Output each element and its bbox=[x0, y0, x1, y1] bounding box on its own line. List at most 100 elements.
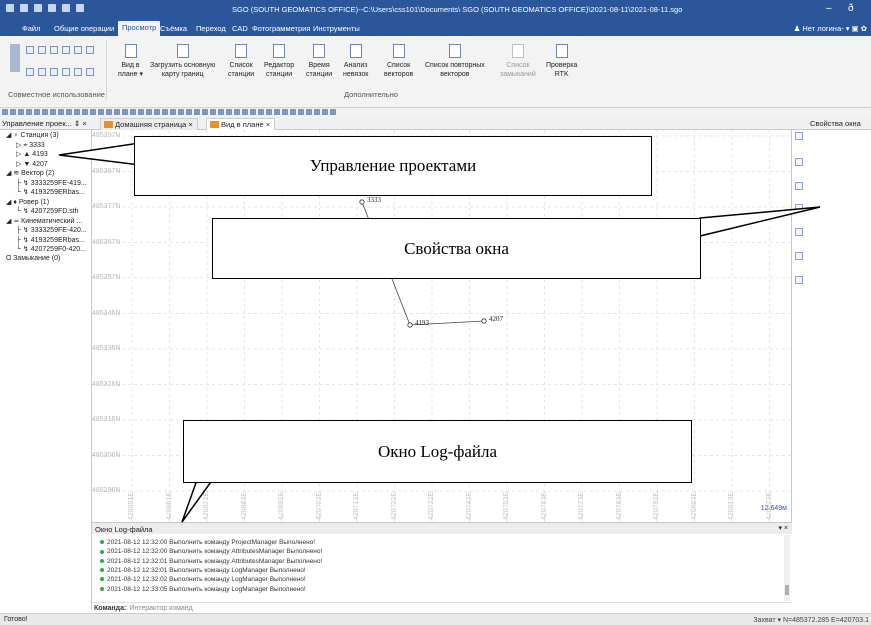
toolbar-icon[interactable] bbox=[90, 109, 96, 115]
toolbar-icon[interactable] bbox=[282, 109, 288, 115]
tab-photogrammetry[interactable]: Фотограмметрия bbox=[248, 22, 314, 35]
toolbar-icon[interactable] bbox=[98, 109, 104, 115]
tree-item[interactable]: ▷ ⌖ 3333 bbox=[16, 141, 45, 150]
log-pin-close[interactable]: ▾ × bbox=[778, 524, 788, 532]
pan-icon[interactable] bbox=[74, 46, 82, 54]
toolbar-icon[interactable] bbox=[218, 109, 224, 115]
tab-home-page[interactable]: Домашняя страница × bbox=[100, 118, 198, 130]
toolbar-icon[interactable] bbox=[58, 109, 64, 115]
toolbar-icon[interactable] bbox=[234, 109, 240, 115]
tree-item[interactable]: ◢ ≋ Вектор (2) bbox=[6, 169, 54, 177]
tree-item[interactable]: └ ↯ 4207259F0-420... bbox=[16, 245, 86, 253]
toolbar-icon[interactable] bbox=[258, 109, 264, 115]
toolbar-icon[interactable] bbox=[26, 109, 32, 115]
toolbar-icon[interactable] bbox=[290, 109, 296, 115]
station-point-label[interactable]: 4193 bbox=[415, 319, 429, 327]
toolbar-icon[interactable] bbox=[82, 109, 88, 115]
toolbar-icon[interactable] bbox=[74, 109, 80, 115]
tab-tools[interactable]: Инструменты bbox=[309, 22, 364, 35]
toolbar-icon[interactable] bbox=[322, 109, 328, 115]
measure-tool-icon[interactable] bbox=[795, 252, 803, 260]
zoom-in-icon[interactable] bbox=[26, 46, 34, 54]
station-point-label[interactable]: 4207 bbox=[489, 315, 503, 323]
tab-file[interactable]: Файл bbox=[18, 22, 44, 35]
station-editor-button[interactable]: Редактор станции bbox=[264, 44, 294, 79]
repeat-vector-list-button[interactable]: Список повторных векторов bbox=[425, 44, 485, 79]
toolbar-icon[interactable] bbox=[210, 109, 216, 115]
measure-icon[interactable] bbox=[62, 68, 70, 76]
zoom-all-icon[interactable] bbox=[62, 46, 70, 54]
closure-list-button[interactable]: Список замыканий bbox=[500, 44, 536, 79]
tab-view[interactable]: Просмотр bbox=[118, 21, 161, 36]
station-time-button[interactable]: Время станции bbox=[306, 44, 332, 79]
restore-button[interactable]: ð bbox=[848, 3, 854, 14]
toolbar-icon[interactable] bbox=[186, 109, 192, 115]
tree-item[interactable]: ├ ↯ 4193259ERbas... bbox=[16, 236, 85, 244]
toolbar-icon[interactable] bbox=[250, 109, 256, 115]
toolbar-icon[interactable] bbox=[34, 109, 40, 115]
toolbar-icon[interactable] bbox=[10, 109, 16, 115]
load-basemap-button[interactable]: Загрузить основную карту границ bbox=[150, 44, 215, 79]
tree-item[interactable]: Ɑ Замыкание (0) bbox=[6, 255, 60, 262]
tree-item[interactable]: ◢ ≂ Кинематический ... bbox=[6, 217, 82, 225]
minimize-button[interactable]: – bbox=[826, 3, 832, 14]
toolbar-icon[interactable] bbox=[42, 109, 48, 115]
new-icon[interactable] bbox=[6, 4, 14, 12]
toolbar-icon[interactable] bbox=[50, 109, 56, 115]
toolbar-icon[interactable] bbox=[178, 109, 184, 115]
layers-icon[interactable] bbox=[795, 228, 803, 236]
toolbar-icon[interactable] bbox=[298, 109, 304, 115]
station-list-button[interactable]: Список станции bbox=[228, 44, 254, 79]
tab-plan-view[interactable]: Вид в плане × bbox=[206, 118, 276, 130]
customize-icon[interactable] bbox=[76, 4, 84, 12]
print-icon[interactable] bbox=[48, 4, 56, 12]
toolbar-icon[interactable] bbox=[306, 109, 312, 115]
settings-icon[interactable] bbox=[62, 4, 70, 12]
project-manager-title[interactable]: Управление проек... ⇕ × bbox=[2, 119, 87, 128]
zoom-out-icon[interactable] bbox=[38, 46, 46, 54]
plan-view-button[interactable]: Вид в плане ▾ bbox=[118, 44, 143, 79]
tree-item[interactable]: ├ ↯ 3333259FE-419... bbox=[16, 179, 87, 187]
command-bar[interactable]: Команда: Интерактор команд bbox=[92, 602, 792, 613]
toolbar-icon[interactable] bbox=[18, 109, 24, 115]
zoom-icon[interactable] bbox=[795, 132, 803, 140]
tree-item[interactable]: ◢ ♦ Ровер (1) bbox=[6, 198, 49, 206]
toolbar-icon[interactable] bbox=[154, 109, 160, 115]
toolbar-icon[interactable] bbox=[122, 109, 128, 115]
fit-icon[interactable] bbox=[795, 182, 803, 190]
tree-item[interactable]: ▷ ▼ 4207 bbox=[16, 160, 48, 168]
tree-item[interactable]: └ ↯ 4193259ERbas... bbox=[16, 188, 85, 196]
tab-general[interactable]: Общие операции bbox=[50, 22, 118, 35]
toolbar-icon[interactable] bbox=[194, 109, 200, 115]
layer-icon[interactable] bbox=[86, 68, 94, 76]
login-status[interactable]: ♟ Нет логина- ▾ ▣ ✿ bbox=[794, 24, 867, 33]
toolbar-icon[interactable] bbox=[202, 109, 208, 115]
export-icon[interactable] bbox=[795, 276, 803, 284]
command-input[interactable]: Интерактор команд bbox=[129, 605, 192, 612]
log-scrollbar[interactable] bbox=[784, 535, 790, 601]
toolbar-icon[interactable] bbox=[114, 109, 120, 115]
tree-item[interactable]: ▷ ▲ 4193 bbox=[16, 150, 48, 158]
toolbar-icon[interactable] bbox=[266, 109, 272, 115]
tree-item[interactable]: └ ↯ 4207259FD.sth bbox=[16, 207, 79, 215]
toolbar-icon[interactable] bbox=[130, 109, 136, 115]
tree-item[interactable]: ├ ↯ 3333259FE-420... bbox=[16, 226, 87, 234]
tab-transition[interactable]: Переход bbox=[192, 22, 230, 35]
toolbar-icon[interactable] bbox=[146, 109, 152, 115]
rtk-check-button[interactable]: Проверка RTK bbox=[546, 44, 577, 79]
refresh-icon[interactable] bbox=[86, 46, 94, 54]
log-scroll-thumb[interactable] bbox=[785, 585, 789, 595]
grid-icon[interactable] bbox=[74, 68, 82, 76]
toolbar-icon[interactable] bbox=[330, 109, 336, 115]
toolbar-icon[interactable] bbox=[314, 109, 320, 115]
station-point-label[interactable]: 3333 bbox=[367, 196, 381, 204]
toolbar-icon[interactable] bbox=[106, 109, 112, 115]
toolbar-icon[interactable] bbox=[170, 109, 176, 115]
toolbar-icon[interactable] bbox=[66, 109, 72, 115]
toolbar-icon[interactable] bbox=[162, 109, 168, 115]
vector-list-button[interactable]: Список векторов bbox=[384, 44, 413, 79]
pan-tool-icon[interactable] bbox=[795, 158, 803, 166]
toolbar-icon[interactable] bbox=[226, 109, 232, 115]
toolbar-icon[interactable] bbox=[2, 109, 8, 115]
misclosure-analysis-button[interactable]: Анализ невязок bbox=[343, 44, 368, 79]
